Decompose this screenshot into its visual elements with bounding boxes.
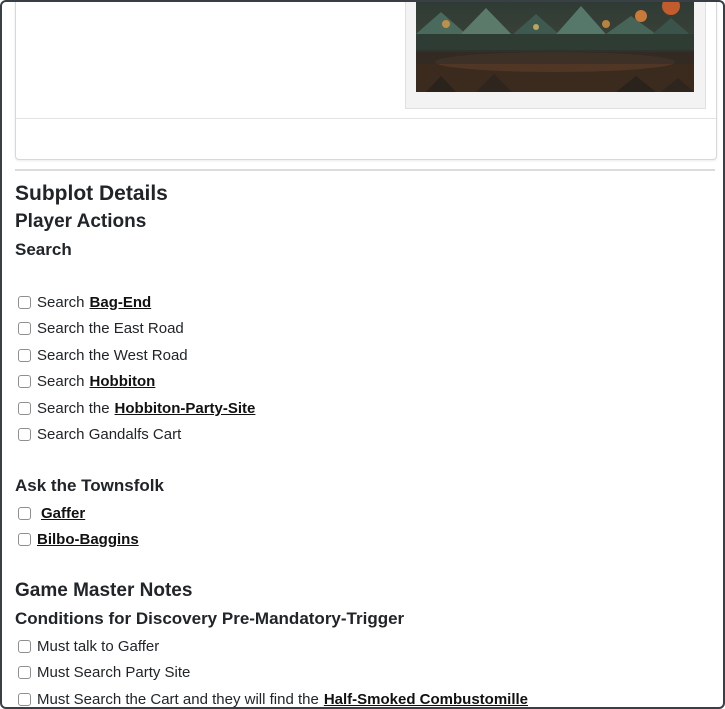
townsfolk-item-gaffer: Gaffer [15,500,715,527]
hobbiton-link[interactable]: Hobbiton [90,373,156,390]
image-thumbnail [405,2,706,109]
gaffer-link[interactable]: Gaffer [41,505,85,522]
subplot-details-heading: Subplot Details [15,182,168,205]
condition-cart-checkbox[interactable] [18,692,31,706]
game-master-notes-heading: Game Master Notes [15,580,193,601]
condition-item-text: Must Search the Cart and they will find … [37,690,319,708]
search-party-site-checkbox[interactable] [18,401,31,415]
condition-talk-gaffer-checkbox[interactable] [18,639,31,653]
search-item-text: Search Gandalfs Cart [37,426,182,444]
condition-item-text: Must talk to Gaffer [37,637,160,655]
half-smoked-combustomille-link[interactable]: Half-Smoked Combustomille [324,691,528,707]
search-item-gandalfs-cart: Search Gandalfs Cart [15,422,715,449]
section-separator [15,169,715,171]
search-gandalfs-cart-checkbox[interactable] [18,428,31,442]
ask-gaffer-checkbox[interactable] [18,506,31,520]
search-item-west-road: Search the West Road [15,342,715,369]
subplot-details: Subplot Details Player Actions Search Se… [15,180,715,708]
search-item-hobbiton: Search Hobbiton [15,369,715,396]
player-actions-heading: Player Actions [15,211,147,232]
search-west-road-checkbox[interactable] [18,348,31,362]
conditions-heading: Conditions for Discovery Pre-Mandatory-T… [15,609,405,628]
search-item-text: Search the West Road [37,346,188,364]
condition-item-cart: Must Search the Cart and they will find … [15,686,715,708]
page-frame: Subplot Details Player Actions Search Se… [0,0,725,709]
bag-end-link[interactable]: Bag-End [90,294,152,311]
search-item-east-road: Search the East Road [15,316,715,343]
search-heading: Search [15,240,72,259]
condition-item-talk-gaffer: Must talk to Gaffer [15,633,715,660]
search-item-text: Search the [37,399,110,417]
bilbo-baggins-link[interactable]: Bilbo-Baggins [37,531,139,548]
search-item-text: Search [37,373,85,391]
search-item-bag-end: Search Bag-End [15,289,715,316]
ask-townsfolk-heading: Ask the Townsfolk [15,476,164,495]
image-card [15,2,717,160]
search-item-text: Search [37,293,85,311]
townsfolk-item-bilbo: Bilbo-Baggins [15,527,715,554]
hobbiton-party-site-link[interactable]: Hobbiton-Party-Site [115,400,256,417]
search-item-text: Search the East Road [37,320,184,338]
condition-item-text: Must Search Party Site [37,664,191,682]
party-illustration[interactable] [416,2,694,92]
search-hobbiton-checkbox[interactable] [18,375,31,389]
ask-bilbo-checkbox[interactable] [18,533,31,547]
condition-party-site-checkbox[interactable] [18,666,31,680]
search-bag-end-checkbox[interactable] [18,295,31,309]
condition-item-party-site: Must Search Party Site [15,660,715,687]
card-footer-divider [16,118,716,119]
search-item-party-site: Search the Hobbiton-Party-Site [15,395,715,422]
search-east-road-checkbox[interactable] [18,322,31,336]
